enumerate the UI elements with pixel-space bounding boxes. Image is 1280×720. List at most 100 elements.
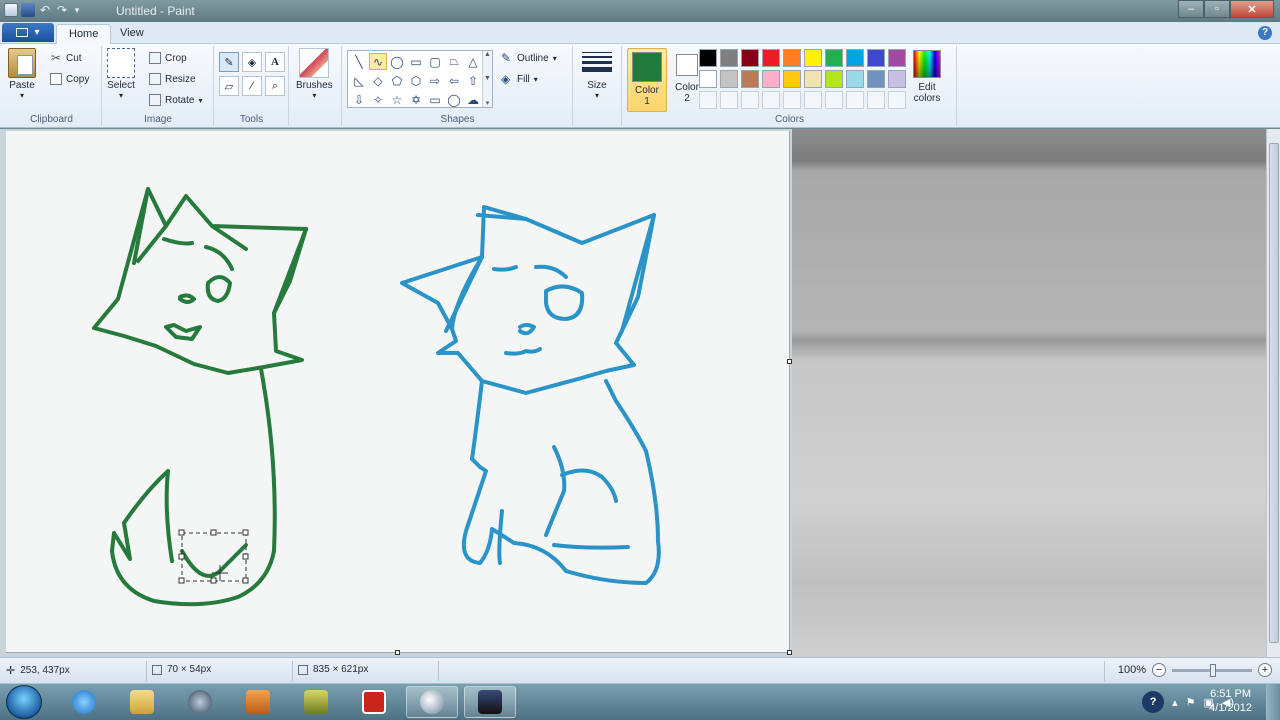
palette-custom-slot[interactable] — [804, 91, 822, 109]
palette-swatch[interactable] — [699, 70, 717, 88]
palette-swatch[interactable] — [720, 70, 738, 88]
taskbar-paint[interactable] — [406, 686, 458, 718]
right-arrow-icon[interactable]: ⇨ — [426, 72, 444, 89]
help-icon[interactable]: ? — [1258, 26, 1272, 40]
five-point-star-icon[interactable]: ☆ — [388, 91, 406, 108]
eraser-icon[interactable]: ▱ — [219, 76, 239, 96]
palette-swatch[interactable] — [783, 70, 801, 88]
palette-custom-slot[interactable] — [867, 91, 885, 109]
expand-gallery-icon[interactable]: ▾ — [486, 99, 490, 107]
paint-menu-button[interactable]: ▾ — [2, 23, 54, 42]
copy-button[interactable]: Copy — [50, 73, 89, 85]
vertical-scrollbar[interactable] — [1266, 129, 1280, 657]
palette-swatch[interactable] — [720, 49, 738, 67]
diamond-icon[interactable]: ◇ — [369, 72, 387, 89]
text-icon[interactable]: A — [265, 52, 285, 72]
zoom-in-button[interactable]: + — [1258, 663, 1272, 677]
palette-swatch[interactable] — [699, 49, 717, 67]
palette-swatch[interactable] — [825, 49, 843, 67]
size-button[interactable]: Size ▾ — [582, 48, 612, 100]
paste-button[interactable]: Paste ▾ — [8, 48, 36, 100]
tab-home[interactable]: Home — [56, 24, 112, 44]
palette-swatch[interactable] — [804, 49, 822, 67]
line-icon[interactable]: ╲ — [350, 53, 368, 70]
palette-swatch[interactable] — [762, 70, 780, 88]
polygon-icon[interactable]: ⏢ — [445, 53, 463, 70]
triangle-icon[interactable]: △ — [464, 53, 482, 70]
rotate-button[interactable]: Rotate ▾ — [149, 94, 202, 106]
scroll-down-icon[interactable]: ▼ — [484, 75, 491, 82]
help-tray-icon[interactable]: ? — [1142, 691, 1165, 713]
scroll-up-icon[interactable]: ▲ — [484, 51, 491, 58]
crop-button[interactable]: Crop — [149, 52, 187, 64]
scrollbar-thumb[interactable] — [1269, 143, 1279, 643]
palette-custom-slot[interactable] — [783, 91, 801, 109]
taskbar-app-window[interactable] — [464, 686, 516, 718]
taskbar-file-explorer[interactable] — [116, 686, 168, 718]
show-hidden-icons-icon[interactable]: ▴ — [1172, 696, 1178, 709]
four-point-star-icon[interactable]: ✧ — [369, 91, 387, 108]
hexagon-icon[interactable]: ⬡ — [407, 72, 425, 89]
palette-swatch[interactable] — [783, 49, 801, 67]
color-picker-icon[interactable]: ⁄ — [242, 76, 262, 96]
pencil-icon[interactable]: ✎ — [219, 52, 239, 72]
paint-app-icon[interactable] — [4, 3, 18, 17]
palette-custom-slot[interactable] — [825, 91, 843, 109]
palette-swatch[interactable] — [825, 70, 843, 88]
palette-swatch[interactable] — [867, 49, 885, 67]
rounded-rectangle-icon[interactable]: ▢ — [426, 53, 444, 70]
palette-swatch[interactable] — [846, 49, 864, 67]
clock[interactable]: 6:51 PM 4/1/2012 — [1209, 687, 1252, 715]
cut-button[interactable]: ✂ Cut — [50, 52, 82, 64]
taskbar-media-player[interactable] — [232, 686, 284, 718]
tab-view[interactable]: View — [108, 24, 156, 44]
palette-custom-slot[interactable] — [888, 91, 906, 109]
palette-swatch[interactable] — [762, 49, 780, 67]
start-button[interactable] — [6, 685, 42, 719]
magnifier-icon[interactable]: ⌕ — [265, 76, 285, 96]
palette-swatch[interactable] — [804, 70, 822, 88]
down-arrow-icon[interactable]: ⇩ — [350, 91, 368, 108]
fill-button[interactable]: ◈ Fill ▾ — [501, 73, 538, 85]
oval-icon[interactable]: ◯ — [388, 53, 406, 70]
curve-icon[interactable]: ∿ — [369, 53, 387, 70]
color1-button[interactable]: Color 1 — [627, 48, 667, 112]
drawing-canvas[interactable] — [6, 131, 790, 653]
fill-bucket-icon[interactable]: ◈ — [242, 52, 262, 72]
canvas-resize-handle-bottom[interactable] — [395, 650, 400, 655]
palette-custom-slot[interactable] — [762, 91, 780, 109]
undo-icon[interactable]: ↶ — [38, 3, 52, 17]
zoom-out-button[interactable]: − — [1152, 663, 1166, 677]
customize-toolbar-dropdown-icon[interactable]: ▾ — [72, 3, 82, 17]
rectangle-icon[interactable]: ▭ — [407, 53, 425, 70]
palette-custom-slot[interactable] — [741, 91, 759, 109]
palette-swatch[interactable] — [846, 70, 864, 88]
taskbar-internet-explorer[interactable] — [58, 686, 110, 718]
rounded-callout-icon[interactable]: ▭ — [426, 91, 444, 108]
show-desktop-button[interactable] — [1266, 684, 1280, 720]
action-center-icon[interactable]: ⚑ — [1186, 696, 1196, 709]
redo-icon[interactable]: ↷ — [55, 3, 69, 17]
taskbar-roblox[interactable] — [348, 686, 400, 718]
taskbar-media-center[interactable] — [174, 686, 226, 718]
select-button[interactable]: Select ▾ — [107, 48, 135, 100]
zoom-slider[interactable] — [1172, 663, 1252, 677]
up-arrow-icon[interactable]: ⇧ — [464, 72, 482, 89]
palette-swatch[interactable] — [888, 49, 906, 67]
minimize-button[interactable]: – — [1178, 0, 1204, 18]
save-icon[interactable] — [21, 3, 35, 17]
palette-custom-slot[interactable] — [846, 91, 864, 109]
edit-colors-button[interactable]: Edit colors — [913, 48, 941, 104]
outline-button[interactable]: ✎ Outline ▾ — [501, 52, 557, 64]
palette-swatch[interactable] — [867, 70, 885, 88]
close-button[interactable]: ✕ — [1230, 0, 1274, 18]
left-arrow-icon[interactable]: ⇦ — [445, 72, 463, 89]
right-triangle-icon[interactable]: ◺ — [350, 72, 368, 89]
palette-swatch[interactable] — [888, 70, 906, 88]
palette-swatch[interactable] — [741, 49, 759, 67]
palette-swatch[interactable] — [741, 70, 759, 88]
six-point-star-icon[interactable]: ✡ — [407, 91, 425, 108]
taskbar-game[interactable] — [290, 686, 342, 718]
maximize-button[interactable]: ▫ — [1204, 0, 1230, 18]
shapes-scroll[interactable]: ▲ ▼ ▾ — [482, 51, 492, 107]
